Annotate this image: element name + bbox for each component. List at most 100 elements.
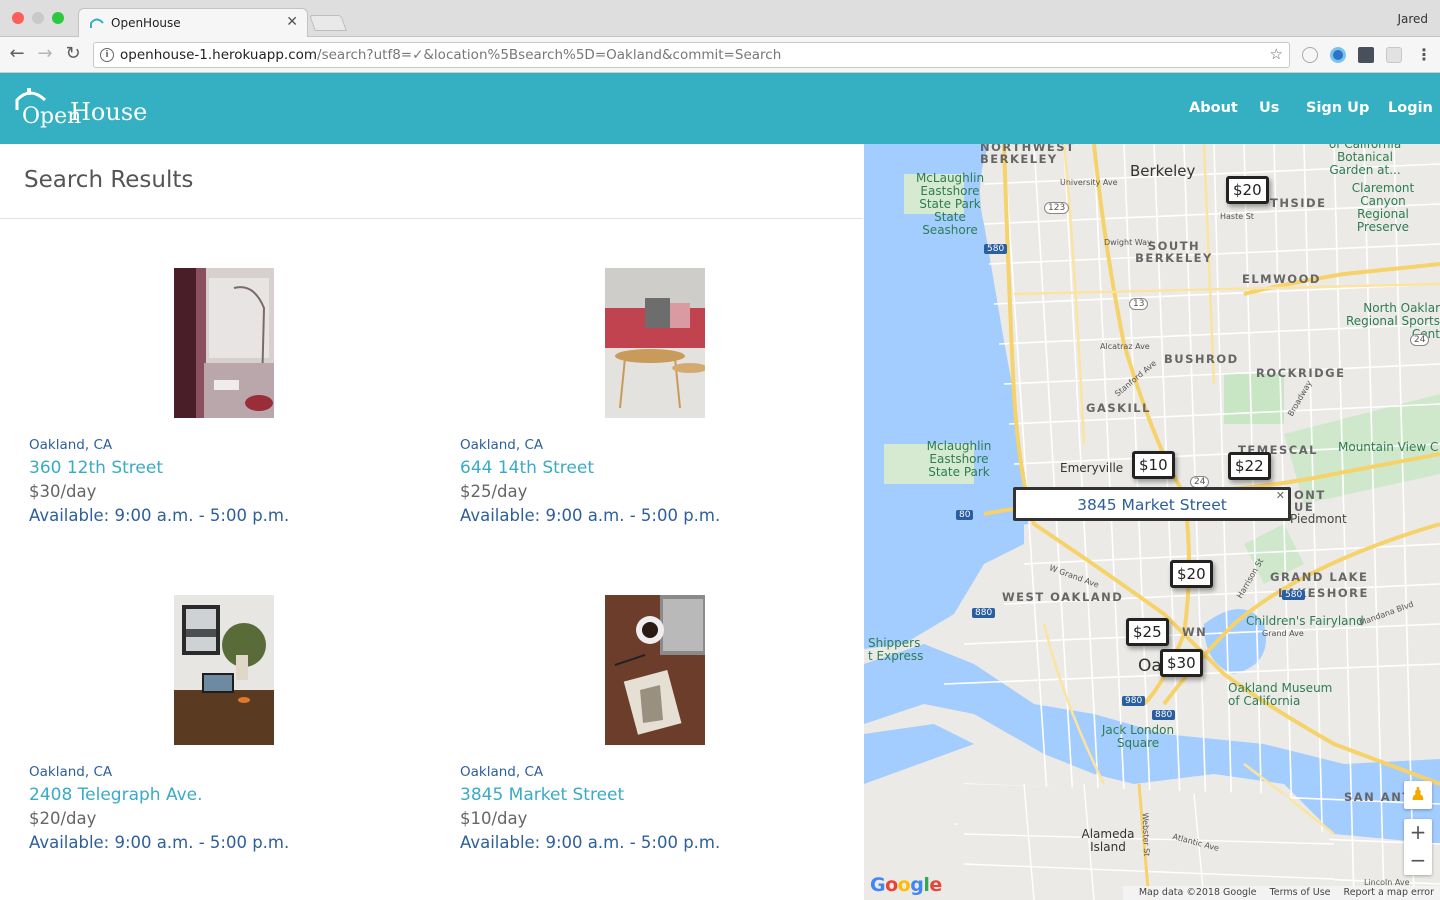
close-tab-icon[interactable]: ✕ xyxy=(286,14,298,30)
forward-arrow-icon[interactable]: → xyxy=(34,43,56,64)
listing-card[interactable]: Oakland, CA 644 14th Street $25/day Avai… xyxy=(460,268,890,528)
listing-price: $25/day xyxy=(460,482,528,501)
listing-availability: Available: 9:00 a.m. - 5:00 p.m. xyxy=(460,506,721,525)
price-pin[interactable]: $10 xyxy=(1132,451,1175,479)
price-pin[interactable]: $20 xyxy=(1226,176,1269,204)
listing-street[interactable]: 360 12th Street xyxy=(29,458,163,478)
map-label: Oa xyxy=(1138,656,1162,676)
map-info-window[interactable]: 3845 Market Street ✕ xyxy=(1013,487,1291,521)
street-view-pegman-icon[interactable]: ♟ xyxy=(1404,781,1432,809)
minimize-window-button[interactable] xyxy=(32,12,44,24)
street-label: University Ave xyxy=(1060,178,1118,187)
map-label: WEST OAKLAND xyxy=(1002,590,1124,604)
route-shield: 880 xyxy=(1152,710,1176,720)
price-pin[interactable]: $30 xyxy=(1160,649,1203,677)
route-shield: 80 xyxy=(956,510,974,520)
browser-toolbar: ← → ↻ i openhouse-1.herokuapp.com/search… xyxy=(0,37,1440,73)
url-path: /search?utf8=✓&location%5Bsearch%5D=Oakl… xyxy=(317,47,782,63)
map-label: ROCKRIDGE xyxy=(1256,366,1346,380)
map-label: GRAND LAKE xyxy=(1270,570,1369,584)
map-label: GASKILL xyxy=(1086,401,1151,415)
route-shield: 880 xyxy=(972,608,996,618)
map-label: NORTHWEST BERKELEY xyxy=(980,144,1076,166)
price-pin[interactable]: $22 xyxy=(1228,452,1271,480)
zoom-control: + − xyxy=(1404,819,1432,875)
listing-card[interactable]: Oakland, CA 360 12th Street $30/day Avai… xyxy=(29,268,459,528)
listing-city[interactable]: Oakland, CA xyxy=(460,764,543,780)
tab-title: OpenHouse xyxy=(111,16,181,30)
route-shield: 580 xyxy=(984,244,1008,254)
listing-photo[interactable] xyxy=(174,595,274,745)
back-arrow-icon[interactable]: ← xyxy=(6,43,28,64)
openhouse-logo[interactable]: Open House xyxy=(14,86,147,134)
price-pin[interactable]: $20 xyxy=(1170,560,1213,588)
listing-availability: Available: 9:00 a.m. - 5:00 p.m. xyxy=(29,833,290,852)
bookmark-star-icon[interactable]: ☆ xyxy=(1270,45,1283,63)
browser-menu-icon[interactable]: ⋮ xyxy=(1416,45,1432,64)
street-label: Grand Ave xyxy=(1262,629,1304,638)
close-window-button[interactable] xyxy=(12,12,24,24)
listing-availability: Available: 9:00 a.m. - 5:00 p.m. xyxy=(29,506,290,525)
nav-signup-link[interactable]: Sign Up xyxy=(1306,100,1369,116)
report-map-error-link[interactable]: Report a map error xyxy=(1344,887,1434,898)
zoom-out-button[interactable]: − xyxy=(1404,847,1432,875)
extension-blue-icon[interactable] xyxy=(1330,47,1346,63)
address-bar[interactable]: i openhouse-1.herokuapp.com/search?utf8=… xyxy=(93,42,1290,68)
google-logo[interactable]: Google xyxy=(870,874,942,896)
zoom-in-button[interactable]: + xyxy=(1404,819,1432,847)
street-label: Webster St xyxy=(1140,812,1152,857)
price-pin[interactable]: $25 xyxy=(1126,618,1169,646)
reload-icon[interactable]: ↻ xyxy=(62,43,84,64)
profile-name[interactable]: Jared xyxy=(1397,12,1428,26)
map-label: McLaughlin Eastshore State Park State Se… xyxy=(915,171,985,237)
page-title: Search Results xyxy=(24,167,194,193)
route-shield: 13 xyxy=(1129,298,1149,310)
listing-photo[interactable] xyxy=(605,268,705,418)
nav-about-link[interactable]: About xyxy=(1189,100,1238,116)
url-text: openhouse-1.herokuapp.com/search?utf8=✓&… xyxy=(120,47,781,63)
site-info-icon[interactable]: i xyxy=(100,48,114,62)
map-label: Jack London Square xyxy=(1101,723,1175,750)
map-label: Shippers t Express xyxy=(868,636,924,663)
logo-house-text: House xyxy=(70,98,148,126)
map-label: ELMWOOD xyxy=(1242,272,1321,286)
street-label: Haste St xyxy=(1220,212,1254,221)
route-shield: 980 xyxy=(1122,696,1146,706)
street-label: Alcatraz Ave xyxy=(1100,342,1150,351)
map-data-credit: Map data ©2018 Google xyxy=(1138,887,1257,898)
info-window-title[interactable]: 3845 Market Street xyxy=(1016,496,1288,514)
extension-circle-icon[interactable] xyxy=(1302,47,1318,63)
map-label: Claremont Canyon Regional Preserve xyxy=(1351,181,1415,234)
nav-us-link[interactable]: Us xyxy=(1259,100,1279,116)
terms-of-use-link[interactable]: Terms of Use xyxy=(1270,887,1331,898)
listing-street[interactable]: 2408 Telegraph Ave. xyxy=(29,785,203,805)
nav-login-link[interactable]: Login xyxy=(1388,100,1433,116)
map-label: WN xyxy=(1182,625,1208,639)
listing-street[interactable]: 3845 Market Street xyxy=(460,785,624,805)
listing-city[interactable]: Oakland, CA xyxy=(460,437,543,453)
maximize-window-button[interactable] xyxy=(52,12,64,24)
map-label: THSIDE xyxy=(1270,196,1327,210)
listing-city[interactable]: Oakland, CA xyxy=(29,764,112,780)
map-label: Mountain View C xyxy=(1338,440,1439,454)
map[interactable]: NORTHWEST BERKELEY Berkeley THSIDE of Ca… xyxy=(864,144,1440,900)
map-label: Berkeley xyxy=(1130,162,1196,180)
browser-tab[interactable]: OpenHouse ✕ xyxy=(78,8,308,38)
listing-street[interactable]: 644 14th Street xyxy=(460,458,594,478)
map-label: Children's Fairyland xyxy=(1246,614,1364,628)
map-label: ONT UE xyxy=(1294,488,1326,514)
info-window-close-icon[interactable]: ✕ xyxy=(1276,489,1285,502)
extension-grey-icon[interactable] xyxy=(1386,47,1402,63)
listing-photo[interactable] xyxy=(605,595,705,745)
listing-price: $30/day xyxy=(29,482,97,501)
map-label: Oakland Museum of California xyxy=(1228,681,1333,708)
extension-dark-icon[interactable] xyxy=(1358,47,1374,63)
listing-photo[interactable] xyxy=(174,268,274,418)
listing-city[interactable]: Oakland, CA xyxy=(29,437,112,453)
listing-card[interactable]: Oakland, CA 2408 Telegraph Ave. $20/day … xyxy=(29,595,459,855)
url-host: openhouse-1.herokuapp.com xyxy=(120,47,318,63)
route-shield: 580 xyxy=(1282,590,1306,600)
new-tab-button[interactable] xyxy=(309,15,347,31)
map-label: Emeryville xyxy=(1060,461,1124,475)
listing-card[interactable]: Oakland, CA 3845 Market Street $10/day A… xyxy=(460,595,890,855)
